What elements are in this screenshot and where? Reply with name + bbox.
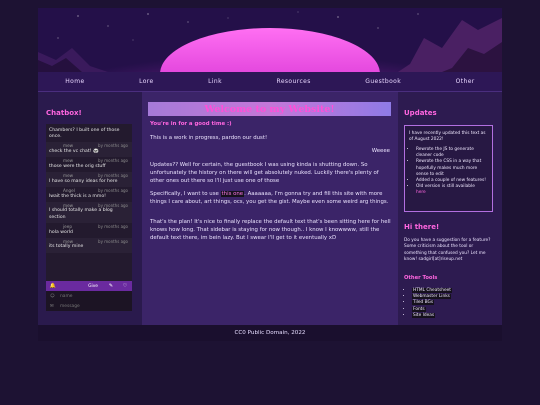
updates-item: Rewrote the CSS in a way that hopefully … <box>416 159 488 178</box>
chat-message: mew by months ago I have so many ideas f… <box>46 172 132 187</box>
chat-message: Chambers? I built one of those once. <box>46 124 132 142</box>
chat-give-button[interactable]: Give <box>60 284 104 289</box>
footer-text: CC0 Public Domain, 2022 <box>234 330 306 336</box>
tool-link[interactable]: HTML Cheatsheet <box>412 288 452 293</box>
chat-message: mew by months ago those were the orig st… <box>46 157 132 172</box>
chat-text: Chambers? I built one of those once. <box>49 128 120 140</box>
chat-timestamp: by months ago <box>98 238 128 244</box>
right-sidebar: Updates I have recently updated this tex… <box>398 92 502 325</box>
chat-name-placeholder: name <box>60 293 73 299</box>
updates-box: I have recently updated this text as of … <box>404 125 493 212</box>
closing-paragraph: That's the plan! It's nice to finally re… <box>150 219 391 241</box>
left-sidebar: Chatbox! Chambers? I built one of those … <box>38 92 142 325</box>
chat-timestamp: by months ago <box>98 187 128 193</box>
chat-message: mew by months ago I should totally make … <box>46 201 132 223</box>
chat-toolbar: 🔔 Give ✎ ♡ <box>46 281 132 291</box>
nav-lore[interactable]: Lore <box>139 78 154 85</box>
chat-timestamp: by months ago <box>98 143 128 149</box>
chat-name-input[interactable]: ☺ name <box>46 291 132 301</box>
chat-text: check the vc chat! 🐼 <box>49 149 99 155</box>
chat-message: jeep by months ago hola world <box>46 223 132 238</box>
chat-timestamp: by months ago <box>98 223 128 229</box>
chatbox[interactable]: Chambers? I built one of those once. mew… <box>46 124 132 311</box>
updates-title: Updates <box>404 109 437 117</box>
chat-message: mew by months ago check the vc chat! 🐼 <box>46 142 132 158</box>
tool-link[interactable]: Webmaster Links <box>412 294 451 300</box>
chat-timestamp: by months ago <box>98 202 128 208</box>
chat-message-placeholder: message <box>60 303 80 309</box>
chat-text: those were the orig stuff <box>49 163 106 169</box>
nav-link[interactable]: Link <box>208 78 222 85</box>
heart-icon[interactable]: ♡ <box>118 283 132 289</box>
nav-guestbook[interactable]: Guestbook <box>365 78 401 85</box>
tool-link[interactable]: Tiled BGs <box>412 300 435 306</box>
updates-item-text: Old version is still available <box>416 184 475 190</box>
tool-link[interactable]: Fonts <box>412 306 426 312</box>
tools-list: HTML Cheatsheet Webmaster Links Tiled BG… <box>412 288 452 319</box>
tools-title: Other Tools <box>404 275 438 281</box>
chat-text: lwait the thick is a mmo! <box>49 193 107 199</box>
updates-item: Rewrote the JS to generate cleaner code <box>416 147 488 159</box>
chat-message: Angel by months ago lwait the thick is a… <box>46 187 132 202</box>
edit-icon[interactable]: ✎ <box>104 283 118 289</box>
updates-intro: I have recently updated this text as of … <box>409 131 486 143</box>
hi-text: Do you have a suggestion for a feature? … <box>404 238 491 263</box>
chat-text: its totally mine <box>49 244 84 250</box>
plans-text-start: Specifically, I want to use <box>150 191 221 197</box>
chatbox-title: Chatbox! <box>46 109 82 117</box>
guestbook-link[interactable]: this one <box>220 191 245 197</box>
chat-text: hola world <box>49 229 73 235</box>
footer: CC0 Public Domain, 2022 <box>38 325 502 341</box>
signature-text: Weeee <box>371 148 390 154</box>
intro-paragraph: This is a work in progress, pardon our d… <box>150 135 268 141</box>
header-banner <box>38 8 502 72</box>
chat-timestamp: by months ago <box>98 173 128 179</box>
hi-title: Hi there! <box>404 223 440 231</box>
updates-paragraph: Updates?? Well for certain, the guestboo… <box>150 162 379 184</box>
updates-link-line: here <box>416 190 488 196</box>
plans-paragraph: Specifically, I want to use this one. Aa… <box>150 191 391 207</box>
chat-text: I have so many ideas for here <box>49 178 118 184</box>
nav-resources[interactable]: Resources <box>277 78 311 85</box>
chat-message: mew by months ago its totally mine <box>46 237 132 253</box>
top-navigation: Home Lore Link Resources Guestbook Other <box>38 72 502 92</box>
page-title: Welcome to my Website! <box>204 103 335 115</box>
chat-text: I should totally make a blog section <box>49 208 113 220</box>
welcome-banner: Welcome to my Website! <box>148 102 391 116</box>
tool-item: Site Ideas <box>412 312 452 319</box>
sunset-illustration <box>38 8 502 72</box>
tool-link[interactable]: Site Ideas <box>412 312 436 318</box>
bell-icon[interactable]: 🔔 <box>46 283 60 289</box>
page-subtitle: You're in for a good time :) <box>150 121 232 127</box>
chat-timestamp: by months ago <box>98 158 128 164</box>
page-frame: Home Lore Link Resources Guestbook Other… <box>38 8 502 341</box>
chat-message-input[interactable]: ✉ message <box>46 301 132 311</box>
message-icon: ✉ <box>50 303 54 309</box>
user-icon: ☺ <box>50 293 55 299</box>
old-version-link[interactable]: here <box>416 190 426 195</box>
nav-other[interactable]: Other <box>456 78 475 85</box>
updates-list: Rewrote the JS to generate cleaner code … <box>416 147 488 191</box>
nav-home[interactable]: Home <box>65 78 84 85</box>
main-content: Welcome to my Website! You're in for a g… <box>142 92 398 325</box>
